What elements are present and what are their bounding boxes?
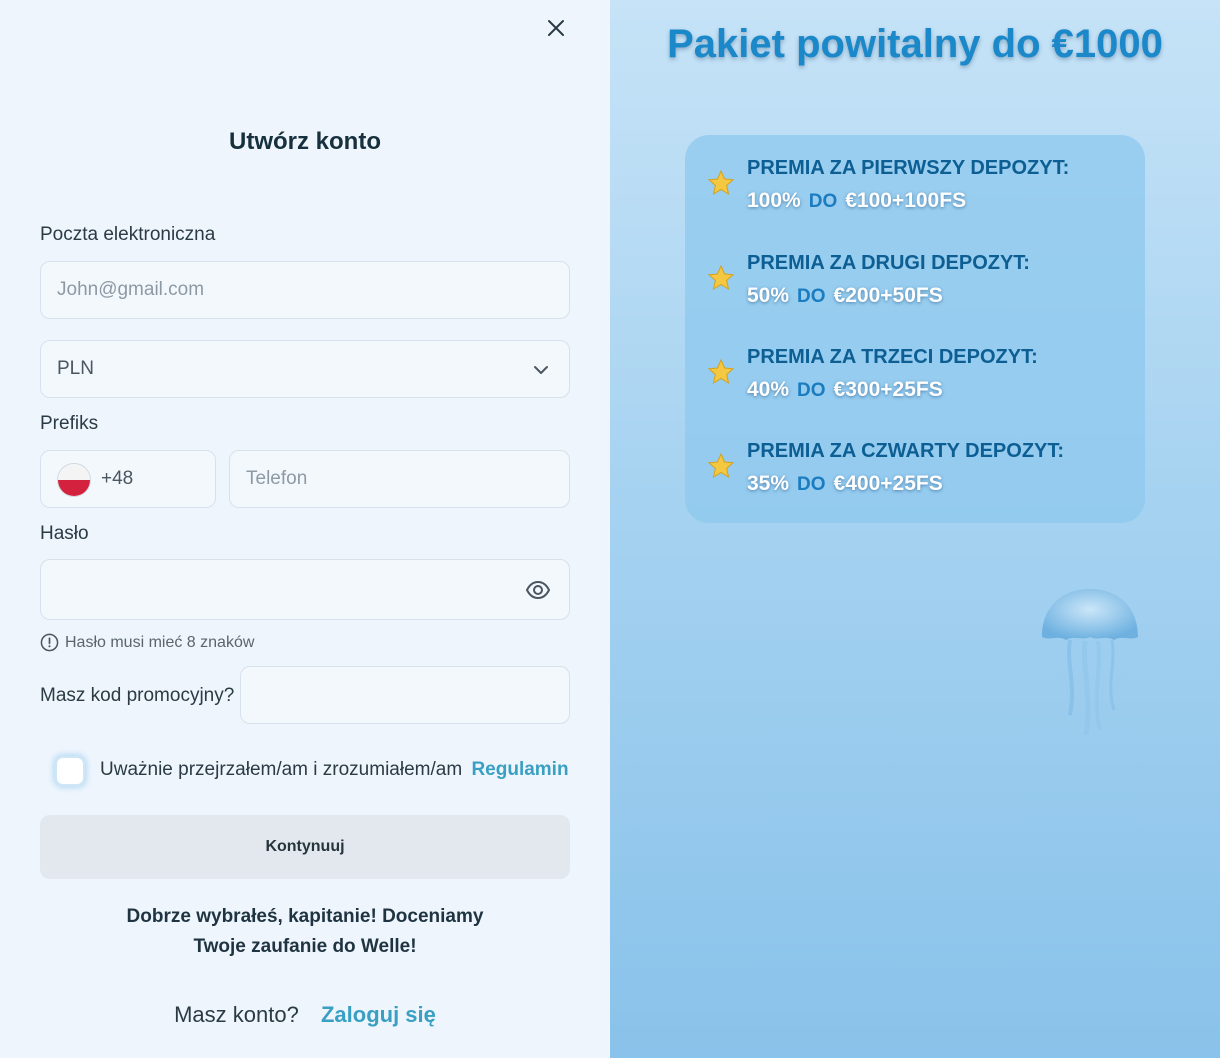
terms-text: Uważnie przejrzałem/am i zrozumiałem/am xyxy=(100,759,463,780)
promo-title: Pakiet powitalny do €1000 xyxy=(667,22,1163,66)
terms-checkbox[interactable] xyxy=(55,756,85,786)
bonus-do: DO xyxy=(797,474,826,495)
prefix-code: +48 xyxy=(101,468,134,489)
bonus-heading: PREMIA ZA CZWARTY DEPOZYT: xyxy=(747,440,1065,462)
star-icon xyxy=(707,358,735,385)
poland-flag-icon xyxy=(57,463,91,497)
bonus-percent: 50% xyxy=(747,284,790,307)
bonus-value: 35% DO €400+25FS xyxy=(747,472,943,496)
phone-field-wrapper xyxy=(229,450,570,508)
bonus-heading: PREMIA ZA TRZECI DEPOZYT: xyxy=(747,346,1038,368)
continue-button[interactable]: Kontynuuj xyxy=(40,815,570,879)
bonus-amount: €400+25FS xyxy=(833,472,943,495)
have-account-text: Masz konto? xyxy=(174,1002,299,1027)
terms-link[interactable]: Regulamin xyxy=(471,759,568,780)
bonus-amount: €300+25FS xyxy=(833,378,943,401)
password-field-wrapper xyxy=(40,559,570,620)
login-row: Masz konto? Zaloguj się xyxy=(0,1002,610,1028)
bonus-value: 40% DO €300+25FS xyxy=(747,378,943,402)
eye-icon[interactable] xyxy=(525,577,551,603)
bonus-percent: 35% xyxy=(747,472,790,495)
email-field[interactable] xyxy=(41,262,569,318)
login-link[interactable]: Zaloguj się xyxy=(321,1002,436,1027)
info-icon xyxy=(40,633,59,652)
registration-panel: Utwórz konto Poczta elektroniczna PLN Pr… xyxy=(0,0,610,1058)
bonus-do: DO xyxy=(808,191,838,212)
welcome-message: Dobrze wybrałeś, kapitanie! Doceniamy Tw… xyxy=(40,902,570,962)
bonus-item: PREMIA ZA TRZECI DEPOZYT: 40% DO €300+25FS xyxy=(685,324,1145,401)
bonus-item: PREMIA ZA PIERWSZY DEPOZYT: 100% DO €100+1… xyxy=(685,135,1145,212)
bonus-do: DO xyxy=(797,286,826,307)
bonus-percent: 40% xyxy=(747,378,790,401)
email-label: Poczta elektroniczna xyxy=(40,224,216,245)
bonus-do: DO xyxy=(797,380,826,401)
bonus-item: PREMIA ZA DRUGI DEPOZYT: 50% DO €200+50FS xyxy=(685,230,1145,307)
prefix-select[interactable]: +48 xyxy=(40,450,216,508)
email-field-wrapper xyxy=(40,261,570,319)
password-label: Hasło xyxy=(40,523,89,544)
bonus-value: 50% DO €200+50FS xyxy=(747,284,943,308)
welcome-line-2: Twoje zaufanie do Welle! xyxy=(193,936,417,957)
promo-panel: Pakiet powitalny do €1000 PREMIA ZA PIER… xyxy=(610,0,1220,1058)
welcome-line-1: Dobrze wybrałeś, kapitanie! Doceniamy xyxy=(126,906,484,927)
currency-value: PLN xyxy=(57,358,94,379)
terms-row: Uważnie przejrzałem/am i zrozumiałem/am … xyxy=(100,759,569,781)
chevron-down-icon xyxy=(534,366,548,374)
close-button[interactable] xyxy=(540,12,572,44)
jellyfish-illustration xyxy=(1042,589,1138,736)
star-icon xyxy=(707,452,735,479)
page-title: Utwórz konto xyxy=(229,128,381,155)
currency-select[interactable]: PLN xyxy=(40,340,570,398)
bonus-list: PREMIA ZA PIERWSZY DEPOZYT: 100% DO €100+1… xyxy=(685,135,1145,523)
phone-field[interactable] xyxy=(230,451,569,507)
bonus-heading: PREMIA ZA PIERWSZY DEPOZYT: xyxy=(747,157,1070,179)
promo-code-label: Masz kod promocyjny? xyxy=(40,685,235,706)
password-hint: Hasło musi mieć 8 znaków xyxy=(40,633,254,652)
bonus-percent: 100% xyxy=(747,189,801,212)
promo-code-field-wrapper xyxy=(240,666,570,724)
bonus-item: PREMIA ZA CZWARTY DEPOZYT: 35% DO €400+25F… xyxy=(685,418,1145,495)
prefix-label: Prefiks xyxy=(40,413,99,434)
star-icon xyxy=(707,169,735,196)
promo-code-field[interactable] xyxy=(241,667,569,723)
bonus-amount: €200+50FS xyxy=(833,284,943,307)
password-hint-text: Hasło musi mieć 8 znaków xyxy=(65,633,255,651)
bonus-amount: €100+100FS xyxy=(845,189,967,212)
bonus-heading: PREMIA ZA DRUGI DEPOZYT: xyxy=(747,252,1030,274)
close-icon[interactable] xyxy=(540,12,572,44)
star-icon xyxy=(707,264,735,291)
password-field[interactable] xyxy=(41,560,569,619)
bonus-value: 100% DO €100+100FS xyxy=(747,189,966,213)
